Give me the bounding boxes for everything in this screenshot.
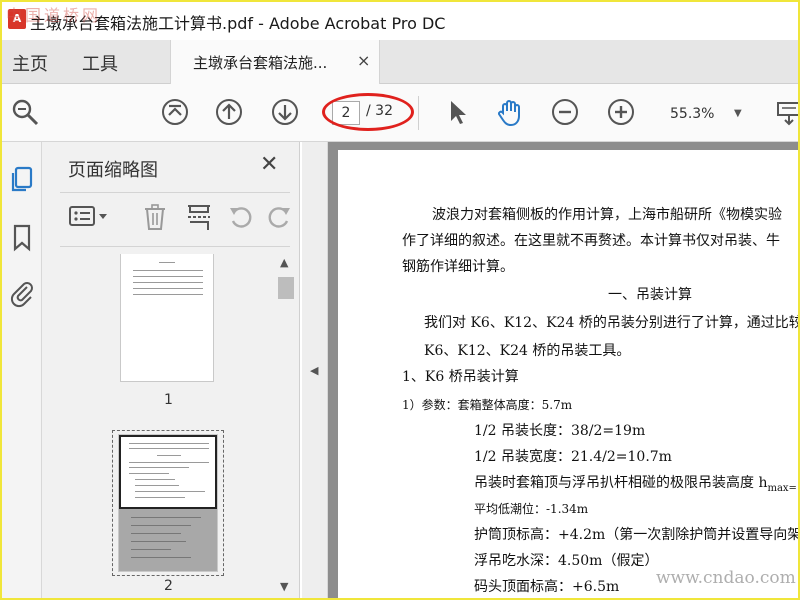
doc-line: 吊装时套箱顶与浮吊扒杆相碰的极限吊装高度 hmax= [474, 475, 797, 494]
doc-line: 平均低潮位：-1.34m [474, 502, 589, 516]
panel-title: 页面缩略图 [68, 160, 158, 181]
navigation-rail [2, 142, 42, 598]
tab-tools[interactable]: 工具 [82, 50, 118, 76]
doc-line: 作了详细的叙述。在这里就不再赘述。本计算书仅对吊装、牛 [402, 233, 780, 249]
section-heading: 一、吊装计算 [608, 287, 692, 303]
insert-icon[interactable] [184, 202, 214, 232]
doc-line: 浮吊吃水深：4.50m（假定） [474, 553, 659, 569]
thumbnail-options-icon[interactable] [68, 202, 112, 232]
tab-document[interactable]: 主墩承台套箱法施... × [170, 40, 380, 84]
scroll-down-icon[interactable]: ▼ [280, 580, 288, 593]
prev-page-icon[interactable] [214, 97, 244, 127]
select-arrow-icon[interactable] [442, 97, 472, 127]
copy-pages-icon[interactable] [7, 164, 37, 194]
zoom-in-icon[interactable] [606, 97, 636, 127]
panel-toolbar [60, 200, 290, 240]
thumbnail-scrollbar[interactable] [278, 254, 294, 598]
zoom-value: 55.3% [670, 106, 715, 122]
document-page: 波浪力对套箱侧板的作用计算，上海市船研所《物模实验 作了详细的叙述。在这里就不再… [338, 150, 798, 598]
page-thumbnail-1[interactable] [120, 254, 214, 382]
doc-line: 波浪力对套箱侧板的作用计算，上海市船研所《物模实验 [432, 207, 782, 223]
zoom-level-select[interactable]: 55.3% ▼ [662, 101, 752, 127]
subsection-heading: 1、K6 桥吊装计算 [402, 369, 519, 385]
close-panel-button[interactable]: ✕ [260, 152, 278, 177]
acrobat-logo-icon: A [8, 9, 26, 29]
toolbar-divider [418, 96, 419, 130]
doc-line: 1）参数：套箱整体高度：5.7m [402, 398, 573, 412]
document-tab-label: 主墩承台套箱法施... [193, 54, 328, 72]
doc-line: 钢筋作详细计算。 [402, 259, 514, 275]
doc-line: 1/2 吊装宽度：21.4/2=10.7m [474, 449, 672, 465]
doc-line: 护筒顶标高：+4.2m（第一次割除护筒并设置导向架 [474, 527, 798, 543]
page-thumbnail-label: 2 [164, 578, 173, 594]
title-bar: A 主墩承台套箱法施工计算书.pdf - Adobe Acrobat Pro D… [2, 2, 798, 40]
document-view[interactable]: 波浪力对套箱侧板的作用计算，上海市船研所《物模实验 作了详细的叙述。在这里就不再… [328, 142, 798, 598]
first-page-icon[interactable] [160, 97, 190, 127]
acrobat-window: A 主墩承台套箱法施工计算书.pdf - Adobe Acrobat Pro D… [2, 2, 798, 598]
tab-bar: 主页 工具 主墩承台套箱法施... × [2, 40, 798, 84]
scroll-up-icon[interactable]: ▲ [280, 256, 288, 269]
bookmark-icon[interactable] [7, 222, 37, 252]
collapse-panel-button[interactable]: ◀ [302, 142, 328, 598]
visible-area-box[interactable] [119, 435, 217, 509]
page-thumbnail-2[interactable] [118, 434, 218, 572]
chevron-down-icon: ▼ [734, 108, 742, 119]
chevron-left-icon: ◀ [310, 364, 319, 377]
doc-line: 我们对 K6、K12、K24 桥的吊装分别进行了计算，通过比较 [424, 315, 798, 331]
rotate-right-icon[interactable] [264, 202, 294, 232]
doc-line: 1/2 吊装长度：38/2=19m [474, 423, 646, 439]
delete-icon[interactable] [140, 202, 170, 232]
zoom-search-icon[interactable] [10, 97, 40, 127]
panel-divider [60, 246, 290, 247]
thumbnail-panel: 页面缩略图 ✕ 1 2 ▲ ▼ [42, 142, 300, 598]
page-highlight-annotation [322, 93, 414, 131]
tab-home[interactable]: 主页 [12, 50, 48, 76]
page-thumbnail-label: 1 [164, 392, 173, 408]
toolbar: 2 / 32 55.3% ▼ [2, 84, 798, 142]
zoom-out-icon[interactable] [550, 97, 580, 127]
window-title: 主墩承台套箱法施工计算书.pdf - Adobe Acrobat Pro DC [30, 14, 446, 33]
scrollbar-thumb[interactable] [278, 277, 294, 299]
hand-tool-icon[interactable] [495, 97, 525, 127]
doc-line: 码头顶面标高：+6.5m [474, 579, 620, 595]
panel-divider [60, 192, 290, 193]
rotate-left-icon[interactable] [226, 202, 256, 232]
attachment-icon[interactable] [7, 278, 37, 308]
close-tab-button[interactable]: × [357, 51, 370, 70]
keyboard-icon[interactable] [774, 97, 798, 127]
next-page-icon[interactable] [270, 97, 300, 127]
doc-line: K6、K12、K24 桥的吊装工具。 [424, 343, 631, 359]
